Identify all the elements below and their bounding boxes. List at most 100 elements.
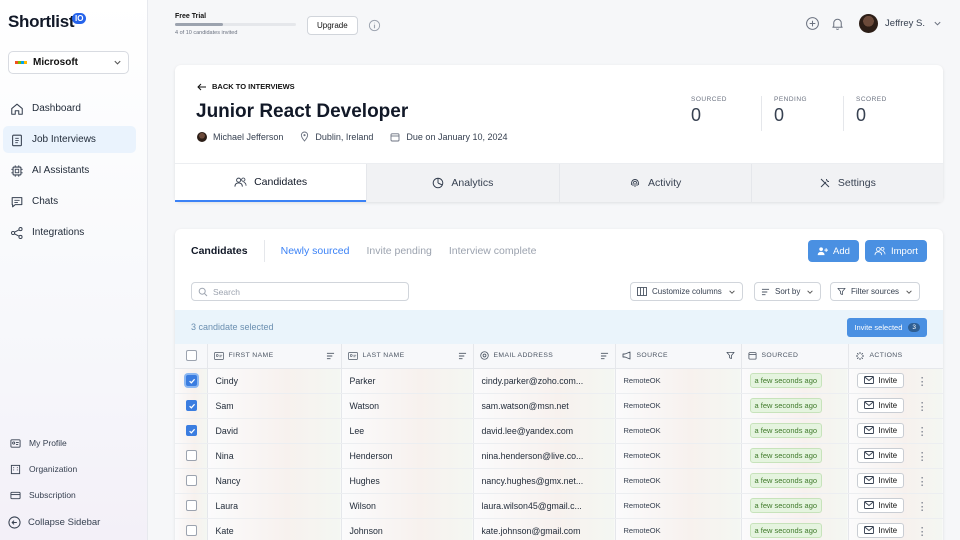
arrow-left-circle-icon: [8, 516, 21, 529]
bell-icon[interactable]: [830, 16, 845, 31]
column-header-sourced[interactable]: SOURCED: [741, 344, 849, 369]
sidebar-item-dashboard[interactable]: Dashboard: [0, 95, 148, 122]
invite-button[interactable]: Invite: [856, 372, 905, 388]
filter-sources-button[interactable]: Filter sources: [830, 282, 921, 301]
more-options-icon[interactable]: ⋮: [917, 400, 928, 413]
row-checkbox[interactable]: [186, 425, 197, 436]
column-header-label: EMAIL ADDRESS: [493, 352, 554, 360]
invite-label: Invite: [878, 400, 898, 410]
import-button[interactable]: Import: [865, 240, 927, 262]
collapse-sidebar-button[interactable]: Collapse Sidebar: [8, 516, 100, 529]
table-row[interactable]: Cindy Parker cindy.parker@zoho.com... Re…: [175, 368, 943, 394]
sourced-badge: a few seconds ago: [749, 373, 823, 388]
sourced-cell: a few seconds ago: [741, 518, 849, 540]
subtab-invite-pending[interactable]: Invite pending: [366, 245, 431, 257]
user-name[interactable]: Jeffrey S.: [885, 18, 925, 29]
column-header-last-name[interactable]: LAST NAME: [341, 344, 474, 369]
more-options-icon[interactable]: ⋮: [917, 425, 928, 438]
tab-candidates[interactable]: Candidates: [175, 164, 367, 202]
sidebar-item-integrations[interactable]: Integrations: [0, 219, 148, 246]
first-name-cell: Sam: [207, 393, 342, 419]
filter-icon[interactable]: [725, 351, 735, 360]
sidebar-item-chats[interactable]: Chats: [0, 188, 148, 215]
invite-button[interactable]: Invite: [856, 422, 905, 438]
row-checkbox[interactable]: [186, 400, 197, 411]
more-options-icon[interactable]: ⋮: [917, 450, 928, 463]
row-checkbox[interactable]: [186, 375, 197, 386]
column-header-label: LAST NAME: [362, 352, 405, 360]
email-cell: nancy.hughes@gmx.net...: [473, 468, 616, 494]
row-checkbox-cell: [175, 518, 208, 540]
sort-icon[interactable]: [326, 352, 335, 360]
select-all-checkbox[interactable]: [186, 350, 197, 362]
sidebar-item-ai-assistants[interactable]: AI Assistants: [0, 157, 148, 184]
sidebar-item-job-interviews[interactable]: Job Interviews: [3, 126, 136, 153]
invite-button[interactable]: Invite: [856, 447, 905, 463]
row-checkbox[interactable]: [186, 500, 197, 511]
table-row[interactable]: Sam Watson sam.watson@msn.net RemoteOK a…: [175, 393, 943, 419]
user-avatar[interactable]: [859, 14, 879, 33]
source-cell: RemoteOK: [615, 368, 742, 394]
actions-cell: Invite ⋮: [848, 468, 943, 494]
invite-button[interactable]: Invite: [856, 397, 905, 413]
source-cell: RemoteOK: [615, 468, 742, 494]
org-select[interactable]: Microsoft: [8, 51, 129, 74]
search-input[interactable]: Search: [191, 282, 409, 301]
invite-label: Invite: [878, 450, 898, 460]
back-link-label: BACK TO INTERVIEWS: [212, 82, 295, 91]
table-row[interactable]: Laura Wilson laura.wilson45@gmail.c... R…: [175, 493, 943, 519]
envelope-icon: [863, 476, 874, 485]
column-header-first-name[interactable]: FIRST NAME: [207, 344, 342, 369]
column-header-source[interactable]: SOURCE: [615, 344, 742, 369]
chevron-down-icon[interactable]: [933, 19, 942, 28]
sourced-cell: a few seconds ago: [741, 443, 849, 469]
sort-icon[interactable]: [600, 352, 609, 360]
row-checkbox[interactable]: [186, 525, 197, 536]
id-card-icon: [10, 438, 21, 448]
arrow-left-icon: [197, 83, 206, 90]
sidebar-item-organization[interactable]: Organization: [0, 456, 148, 482]
table-row[interactable]: David Lee david.lee@yandex.com RemoteOK …: [175, 418, 943, 444]
search-placeholder: Search: [213, 286, 240, 297]
sort-icon[interactable]: [458, 352, 467, 360]
more-options-icon[interactable]: ⋮: [917, 525, 928, 538]
trial-progress-bar: [175, 23, 296, 26]
back-to-interviews-link[interactable]: BACK TO INTERVIEWS: [197, 82, 295, 91]
add-button-label: Add: [833, 245, 850, 257]
sidebar-item-my-profile[interactable]: My Profile: [0, 430, 148, 456]
table-header-row: FIRST NAME LAST NAME EMAIL ADDRESS SOURC…: [175, 344, 943, 369]
table-row[interactable]: Kate Johnson kate.johnson@gmail.com Remo…: [175, 518, 943, 540]
subtab-newly-sourced[interactable]: Newly sourced: [281, 245, 350, 257]
invite-selected-button[interactable]: Invite selected 3: [847, 318, 927, 337]
more-options-icon[interactable]: ⋮: [917, 475, 928, 488]
email-cell: cindy.parker@zoho.com...: [473, 368, 616, 394]
tab-analytics[interactable]: Analytics: [366, 164, 559, 202]
info-icon[interactable]: [368, 19, 381, 32]
envelope-icon: [863, 451, 874, 460]
table-row[interactable]: Nancy Hughes nancy.hughes@gmx.net... Rem…: [175, 468, 943, 494]
plus-circle-icon[interactable]: [805, 16, 820, 31]
invite-button[interactable]: Invite: [856, 472, 905, 488]
invite-button[interactable]: Invite: [856, 497, 905, 513]
sort-by-button[interactable]: Sort by: [754, 282, 822, 301]
sidebar-item-label: Subscription: [29, 490, 76, 500]
tab-activity[interactable]: Activity: [558, 164, 751, 202]
chevron-down-icon: [114, 60, 121, 65]
more-options-icon[interactable]: ⋮: [917, 500, 928, 513]
more-options-icon[interactable]: ⋮: [917, 375, 928, 388]
customize-columns-button[interactable]: Customize columns: [630, 282, 743, 301]
column-header-email[interactable]: EMAIL ADDRESS: [473, 344, 616, 369]
subtab-interview-complete[interactable]: Interview complete: [449, 245, 537, 257]
checkmark-icon: [188, 428, 195, 434]
table-row[interactable]: Nina Henderson nina.henderson@live.co...…: [175, 443, 943, 469]
pie-chart-icon: [433, 177, 444, 189]
tab-settings[interactable]: Settings: [750, 164, 943, 202]
row-checkbox[interactable]: [186, 450, 197, 461]
add-candidate-button[interactable]: Add: [808, 240, 859, 262]
app-logo[interactable]: Shortlist: [8, 12, 75, 32]
row-checkbox[interactable]: [186, 475, 197, 486]
upgrade-button[interactable]: Upgrade: [307, 16, 358, 35]
invite-button[interactable]: Invite: [856, 522, 905, 538]
sidebar-item-subscription[interactable]: Subscription: [0, 482, 148, 508]
sidebar-item-label: Chats: [32, 196, 59, 207]
